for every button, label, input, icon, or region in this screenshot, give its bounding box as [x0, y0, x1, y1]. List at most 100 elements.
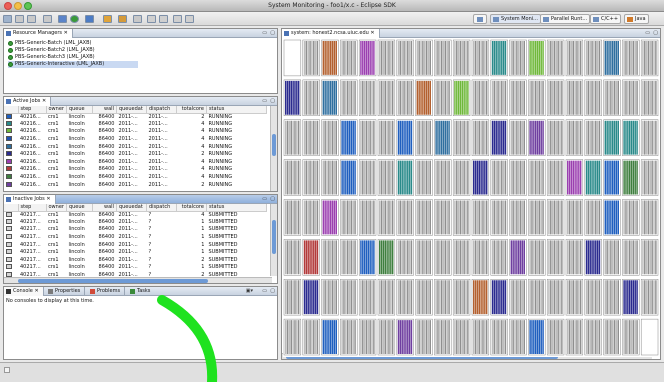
column-header[interactable]	[4, 204, 19, 212]
perspective-java[interactable]: Java	[624, 14, 649, 24]
maximize-view-icon[interactable]: ▢	[270, 30, 275, 36]
new-project-icon[interactable]	[103, 15, 112, 23]
node-cell[interactable]	[283, 119, 302, 156]
table-row[interactable]: 40216... crs1 lincoln 86400 2011-... 2011-...…	[4, 151, 266, 159]
node-cell[interactable]	[321, 39, 339, 77]
node-cell[interactable]	[509, 159, 527, 196]
node-cell[interactable]	[377, 199, 396, 236]
debug-icon[interactable]	[85, 15, 94, 23]
node-cell[interactable]	[490, 199, 508, 236]
previous-annotation-icon[interactable]	[159, 15, 168, 23]
node-cell[interactable]	[302, 159, 320, 196]
column-header[interactable]: dispatch	[146, 204, 177, 212]
node-cell[interactable]	[358, 39, 377, 77]
node-cell[interactable]	[283, 199, 302, 236]
minimize-view-icon[interactable]: ▭	[262, 30, 267, 36]
maximize-view-icon[interactable]: ▢	[270, 196, 275, 202]
node-cell[interactable]	[340, 318, 358, 356]
node-cell[interactable]	[340, 279, 358, 316]
node-cell[interactable]	[302, 119, 320, 156]
node-cell[interactable]	[396, 279, 414, 316]
node-cell[interactable]	[490, 318, 508, 356]
table-row[interactable]: 40217... crs1 lincoln 86400 2011-...? 1 SUBMIT…	[4, 234, 266, 242]
node-cell[interactable]	[471, 79, 490, 116]
node-cell[interactable]	[321, 279, 339, 316]
close-window-button[interactable]	[4, 2, 12, 10]
node-cell[interactable]	[471, 318, 490, 356]
node-cell[interactable]	[546, 39, 565, 77]
node-cell[interactable]	[396, 239, 414, 276]
node-cell[interactable]	[584, 39, 602, 77]
node-cell[interactable]	[283, 239, 302, 276]
maximize-view-icon[interactable]: ▢	[653, 30, 658, 36]
node-cell[interactable]	[490, 239, 508, 276]
node-cell[interactable]	[490, 279, 508, 316]
node-cell[interactable]	[584, 318, 602, 356]
node-cell[interactable]	[377, 318, 396, 356]
tab-resource-managers[interactable]: Resource Managers ✕	[4, 29, 73, 38]
node-cell[interactable]	[622, 159, 640, 196]
column-header[interactable]: wall	[92, 106, 117, 114]
node-cell[interactable]	[584, 279, 602, 316]
minimize-view-icon[interactable]: ▭	[262, 288, 267, 294]
node-cell[interactable]	[565, 199, 584, 236]
node-cell[interactable]	[340, 199, 358, 236]
node-cell[interactable]	[358, 159, 377, 196]
node-cell[interactable]	[377, 39, 396, 77]
node-cell[interactable]	[358, 239, 377, 276]
node-cell[interactable]	[283, 279, 302, 316]
column-header[interactable]: totalcore	[176, 204, 207, 212]
node-cell[interactable]	[434, 159, 452, 196]
node-cell[interactable]	[415, 159, 433, 196]
save-icon[interactable]	[15, 15, 24, 23]
node-cell[interactable]	[640, 119, 659, 156]
node-cell[interactable]	[358, 119, 377, 156]
perspective-system-monitoring[interactable]: System Moni...	[490, 14, 541, 24]
column-header[interactable]: queuedat	[116, 204, 147, 212]
node-cell[interactable]	[603, 199, 621, 236]
node-cell[interactable]	[340, 79, 358, 116]
node-cell[interactable]	[528, 279, 546, 316]
node-cell[interactable]	[471, 239, 490, 276]
node-cell[interactable]	[622, 79, 640, 116]
node-cell[interactable]	[358, 199, 377, 236]
node-cell[interactable]	[490, 79, 508, 116]
back-icon[interactable]	[173, 15, 182, 23]
node-cell[interactable]	[434, 318, 452, 356]
open-perspective-button[interactable]	[473, 14, 487, 24]
node-cell[interactable]	[528, 119, 546, 156]
node-cell[interactable]	[434, 279, 452, 316]
tab-properties[interactable]: Properties	[46, 287, 86, 296]
new-icon[interactable]	[3, 15, 12, 23]
table-row[interactable]: 40217... crs1 lincoln 86400 2011-...? 1 SUBMIT…	[4, 264, 266, 272]
node-cell[interactable]	[434, 39, 452, 77]
node-cell[interactable]	[302, 239, 320, 276]
node-cell[interactable]	[565, 159, 584, 196]
node-cell[interactable]	[434, 199, 452, 236]
node-cell[interactable]	[603, 159, 621, 196]
table-row[interactable]: 40216... crs1 lincoln 86400 2011-... 2011-...…	[4, 113, 266, 121]
column-header[interactable]: owner	[46, 106, 67, 114]
resource-manager-item[interactable]: PBS-Generic-Batch3 (LML_JAXB)	[8, 54, 95, 61]
node-cell[interactable]	[622, 239, 640, 276]
node-cell[interactable]	[452, 239, 471, 276]
node-cell[interactable]	[452, 318, 471, 356]
table-row[interactable]: 40216... crs1 lincoln 86400 2011-... 2011-...…	[4, 120, 266, 129]
table-row[interactable]: 40216... crs1 lincoln 86400 2011-... 2011-...…	[4, 181, 266, 189]
node-cell[interactable]	[565, 39, 584, 77]
node-cell[interactable]	[640, 199, 659, 236]
table-row[interactable]: 40217... crs1 lincoln 86400 2011-...? 1 SUBMIT…	[4, 226, 266, 234]
node-cell[interactable]	[321, 239, 339, 276]
fast-view-icon[interactable]	[4, 367, 10, 373]
minimize-view-icon[interactable]: ▭	[645, 30, 650, 36]
minimize-view-icon[interactable]: ▭	[262, 196, 267, 202]
table-row[interactable]: 40217... crs1 lincoln 86400 2011-...? 1 SUBMIT…	[4, 241, 266, 249]
node-cell[interactable]	[565, 279, 584, 316]
node-cell[interactable]	[283, 79, 302, 116]
node-cell[interactable]	[584, 199, 602, 236]
node-cell[interactable]	[302, 318, 320, 356]
run-icon[interactable]	[70, 15, 79, 23]
tab-problems[interactable]: Problems	[88, 287, 126, 296]
scroll-thumb[interactable]	[18, 279, 208, 283]
tab-tasks[interactable]: Tasks	[128, 287, 154, 296]
